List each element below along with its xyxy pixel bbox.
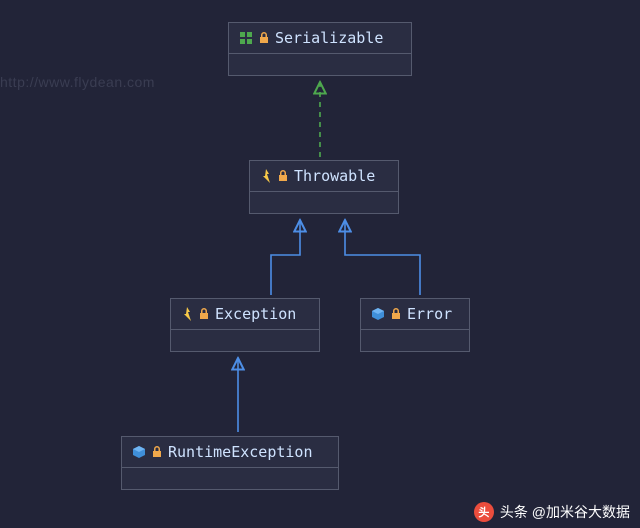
lock-icon — [259, 32, 269, 44]
lock-icon — [152, 446, 162, 458]
lock-icon — [278, 170, 288, 182]
node-serializable: Serializable — [228, 22, 412, 76]
attribution-label: 头条 @加米谷大数据 — [500, 502, 630, 522]
abstract-class-icon — [181, 307, 193, 321]
class-icon — [371, 307, 385, 321]
node-body — [361, 329, 469, 351]
node-body — [250, 191, 398, 213]
node-label: Throwable — [294, 167, 375, 185]
node-runtime-exception: RuntimeException — [121, 436, 339, 490]
watermark-text: http://www.flydean.com — [0, 74, 155, 90]
attribution: 头 头条 @加米谷大数据 — [474, 502, 630, 522]
node-label: RuntimeException — [168, 443, 313, 461]
node-body — [229, 53, 411, 75]
node-label: Error — [407, 305, 452, 323]
node-label: Serializable — [275, 29, 383, 47]
attribution-badge-icon: 头 — [474, 502, 494, 522]
interface-icon — [239, 31, 253, 45]
lock-icon — [391, 308, 401, 320]
abstract-class-icon — [260, 169, 272, 183]
edge-exception-throwable — [271, 220, 300, 295]
lock-icon — [199, 308, 209, 320]
class-icon — [132, 445, 146, 459]
node-body — [122, 467, 338, 489]
node-throwable: Throwable — [249, 160, 399, 214]
node-exception: Exception — [170, 298, 320, 352]
edge-error-throwable — [345, 220, 420, 295]
node-label: Exception — [215, 305, 296, 323]
node-error: Error — [360, 298, 470, 352]
node-body — [171, 329, 319, 351]
